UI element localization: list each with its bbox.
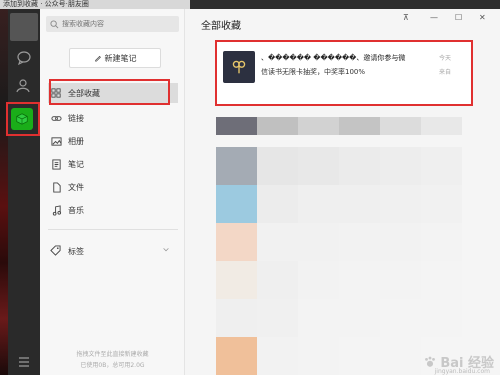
- preview-tile: [421, 147, 462, 185]
- preview-tile: [298, 117, 339, 135]
- preview-tile: [257, 147, 298, 185]
- sidebar-item-files[interactable]: 文件: [48, 177, 178, 197]
- paw-icon: [425, 356, 436, 367]
- preview-tile: [380, 261, 421, 299]
- item-thumbnail: [223, 51, 255, 83]
- drop-hint: 拖拽文件至此直接新建收藏: [76, 351, 149, 358]
- sidebar-item-music[interactable]: 音乐: [48, 200, 178, 220]
- preview-tile: [257, 299, 298, 337]
- preview-tile: [257, 223, 298, 261]
- chat-icon[interactable]: [15, 49, 33, 67]
- preview-tile: [339, 147, 380, 185]
- preview-tile: [339, 185, 380, 223]
- favorite-item-card[interactable]: 、������ ������、邀请你参与微 信读书无限卡抽奖，中奖率100% 今…: [215, 40, 473, 106]
- preview-tile: [421, 185, 462, 223]
- window-title: 添加到收藏 · 公众号·朋友圈: [0, 0, 190, 9]
- sidebar-item-label: 笔记: [68, 159, 84, 169]
- item-source: 来自: [438, 69, 451, 76]
- blurred-preview: [216, 109, 466, 375]
- preview-tile: [339, 299, 380, 337]
- preview-tile: [257, 117, 298, 135]
- pin-icon[interactable]: ⊼: [403, 13, 409, 22]
- icon-rail: [6, 9, 40, 375]
- preview-tile: [298, 337, 339, 375]
- item-subtitle: 信读书无限卡抽奖，中奖率100%: [261, 68, 366, 76]
- preview-tile: [298, 299, 339, 337]
- preview-tile: [216, 117, 257, 135]
- preview-tile: [421, 223, 462, 261]
- preview-tile: [339, 223, 380, 261]
- logo-icon: [232, 60, 246, 74]
- watermark-sub: jingyan.baidu.com: [434, 368, 490, 375]
- page: 添加到收藏 · 公众号·朋友圈 新建笔记 全部收藏: [0, 0, 500, 375]
- sidebar-item-label: 相册: [68, 136, 84, 146]
- preview-tile: [257, 261, 298, 299]
- preview-tile: [380, 337, 421, 375]
- maximize-icon[interactable]: ☐: [455, 13, 462, 22]
- sidebar-item-label: 链接: [68, 113, 84, 123]
- music-icon: [50, 204, 62, 216]
- search-box[interactable]: [46, 16, 179, 32]
- preview-tile: [339, 337, 380, 375]
- image-icon: [50, 135, 62, 147]
- preview-tile: [339, 117, 380, 135]
- sidebar-item-label: 音乐: [68, 205, 84, 215]
- preview-tile: [216, 261, 257, 299]
- preview-tile: [380, 185, 421, 223]
- preview-tile: [216, 337, 257, 375]
- file-icon: [50, 181, 62, 193]
- sidebar-item-notes[interactable]: 笔记: [48, 154, 178, 174]
- preview-tile: [421, 299, 462, 337]
- new-note-button[interactable]: 新建笔记: [69, 48, 161, 68]
- divider: [48, 229, 178, 230]
- preview-tile: [298, 147, 339, 185]
- link-icon: [50, 112, 62, 124]
- preview-tile: [421, 261, 462, 299]
- sidebar-item-links[interactable]: 链接: [48, 108, 178, 128]
- preview-tile: [380, 223, 421, 261]
- preview-tile: [216, 185, 257, 223]
- storage-usage: 已使用0B，总可用2.0G: [80, 362, 145, 369]
- preview-tile: [216, 223, 257, 261]
- main-panel: 全部收藏 ⊼ — ☐ ✕ 、������ ������、邀请你参与微 信读书无限…: [185, 9, 500, 375]
- page-title: 全部收藏: [201, 21, 241, 32]
- chevron-down-icon[interactable]: [162, 246, 170, 254]
- preview-tile: [216, 299, 257, 337]
- preview-tile: [257, 337, 298, 375]
- preview-tile: [257, 185, 298, 223]
- preview-tile: [380, 117, 421, 135]
- tags-label: 标签: [68, 246, 84, 256]
- tag-icon: [50, 245, 62, 257]
- item-title: 、������ ������、邀请你参与微: [261, 54, 406, 62]
- favorites-icon[interactable]: [11, 108, 33, 130]
- note-icon: [50, 158, 62, 170]
- preview-tile: [298, 185, 339, 223]
- preview-tile: [298, 223, 339, 261]
- sidebar-item-tags[interactable]: 标签: [48, 241, 178, 261]
- search-icon: [50, 19, 59, 28]
- avatar[interactable]: [10, 13, 38, 41]
- preview-tile: [298, 261, 339, 299]
- sidebar-item-label: 文件: [68, 182, 84, 192]
- contacts-icon[interactable]: [15, 77, 33, 95]
- selection-highlight: [49, 79, 170, 105]
- pencil-icon: [94, 55, 101, 62]
- preview-tile: [339, 261, 380, 299]
- sidebar-item-album[interactable]: 相册: [48, 131, 178, 151]
- menu-icon[interactable]: [15, 353, 33, 371]
- preview-tile: [380, 147, 421, 185]
- item-time: 今天: [438, 55, 451, 62]
- preview-tile: [216, 147, 257, 185]
- preview-tile: [421, 117, 462, 135]
- preview-tile: [380, 299, 421, 337]
- search-input[interactable]: [62, 20, 172, 28]
- favorites-highlight: [6, 102, 40, 136]
- sidebar: 新建笔记 全部收藏 链接 相册 笔记 文件 音乐: [40, 9, 185, 375]
- new-note-label: 新建笔记: [104, 53, 137, 63]
- close-icon[interactable]: ✕: [479, 13, 486, 22]
- minimize-icon[interactable]: —: [430, 13, 438, 22]
